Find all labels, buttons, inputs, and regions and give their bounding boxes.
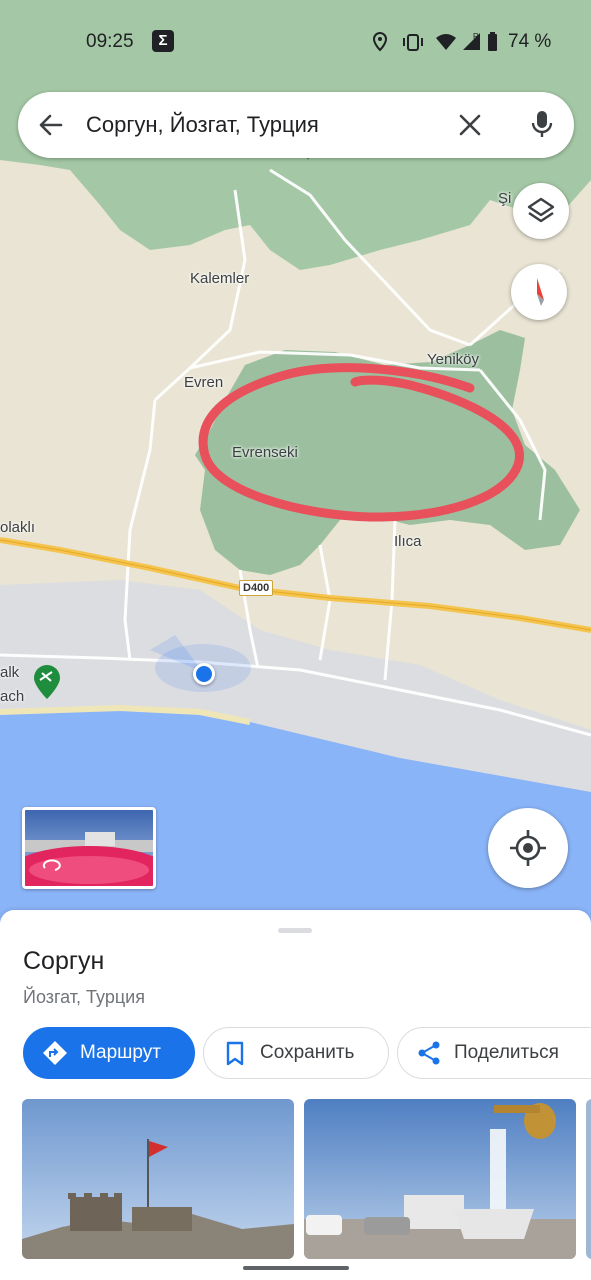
street-view-image bbox=[25, 810, 153, 886]
save-button[interactable]: Сохранить bbox=[203, 1027, 389, 1079]
crosshair-icon bbox=[510, 830, 546, 866]
map-label-beach-1: alk bbox=[0, 664, 20, 681]
microphone-icon[interactable] bbox=[526, 108, 558, 140]
status-time: 09:25 bbox=[86, 31, 134, 52]
status-bar: 09:25 Σ R 74 % bbox=[0, 0, 591, 84]
place-photo-fountain[interactable] bbox=[304, 1099, 576, 1259]
signal-icon: R bbox=[463, 32, 480, 50]
svg-text:R: R bbox=[473, 32, 479, 41]
map-label-ilica: Ilıca bbox=[394, 533, 422, 550]
directions-icon bbox=[42, 1040, 68, 1066]
share-button[interactable]: Поделиться bbox=[397, 1027, 591, 1079]
my-location-dot bbox=[193, 663, 215, 685]
sigma-icon: Σ bbox=[152, 30, 174, 52]
street-view-thumbnail[interactable] bbox=[22, 807, 156, 889]
road-shield-d400: D400 bbox=[239, 580, 274, 596]
compass-icon bbox=[537, 278, 544, 306]
search-bar[interactable]: Соргун, Йозгат, Турция bbox=[18, 92, 574, 158]
map-label-beach-2: ach bbox=[0, 688, 25, 705]
search-input[interactable]: Соргун, Йозгат, Турция bbox=[86, 112, 319, 138]
compass-button[interactable] bbox=[511, 264, 567, 320]
vibrate-icon bbox=[403, 34, 423, 51]
place-title: Соргун bbox=[23, 947, 105, 975]
wifi-icon bbox=[436, 34, 456, 50]
beach-poi-marker[interactable] bbox=[32, 664, 62, 700]
map-label-evren: Evren bbox=[184, 374, 224, 391]
share-icon bbox=[416, 1040, 442, 1066]
route-label: Маршрут bbox=[80, 1042, 161, 1063]
map-label-si: Şi bbox=[498, 190, 512, 207]
route-button[interactable]: Маршрут bbox=[23, 1027, 195, 1079]
map-label-olakli: olaklı bbox=[0, 519, 36, 536]
close-icon[interactable] bbox=[456, 111, 484, 139]
battery-icon bbox=[488, 32, 497, 51]
layers-button[interactable] bbox=[513, 183, 569, 239]
gesture-nav-pill[interactable] bbox=[243, 1266, 349, 1270]
umbrella-icon bbox=[34, 665, 60, 699]
map-label-evrenseki: Evrenseki bbox=[232, 444, 298, 461]
place-photo-extra[interactable] bbox=[586, 1099, 591, 1259]
battery-percent: 74 % bbox=[508, 31, 552, 52]
map-label-kalemler: Kalemler bbox=[190, 270, 250, 287]
my-location-button[interactable] bbox=[488, 808, 568, 888]
place-subtitle: Йозгат, Турция bbox=[23, 987, 145, 1007]
bookmark-icon bbox=[222, 1040, 248, 1066]
place-photo-fortress[interactable] bbox=[22, 1099, 294, 1259]
place-bottom-sheet[interactable]: Соргун Йозгат, Турция Маршрут Сохранить bbox=[0, 910, 591, 1280]
save-label: Сохранить bbox=[260, 1042, 355, 1063]
sheet-drag-handle[interactable] bbox=[278, 928, 312, 933]
layers-icon bbox=[527, 197, 555, 223]
location-icon bbox=[372, 31, 388, 52]
map-label-yenikoy: Yeniköy bbox=[427, 351, 479, 368]
share-label: Поделиться bbox=[454, 1042, 559, 1063]
back-arrow-icon[interactable] bbox=[36, 110, 66, 140]
